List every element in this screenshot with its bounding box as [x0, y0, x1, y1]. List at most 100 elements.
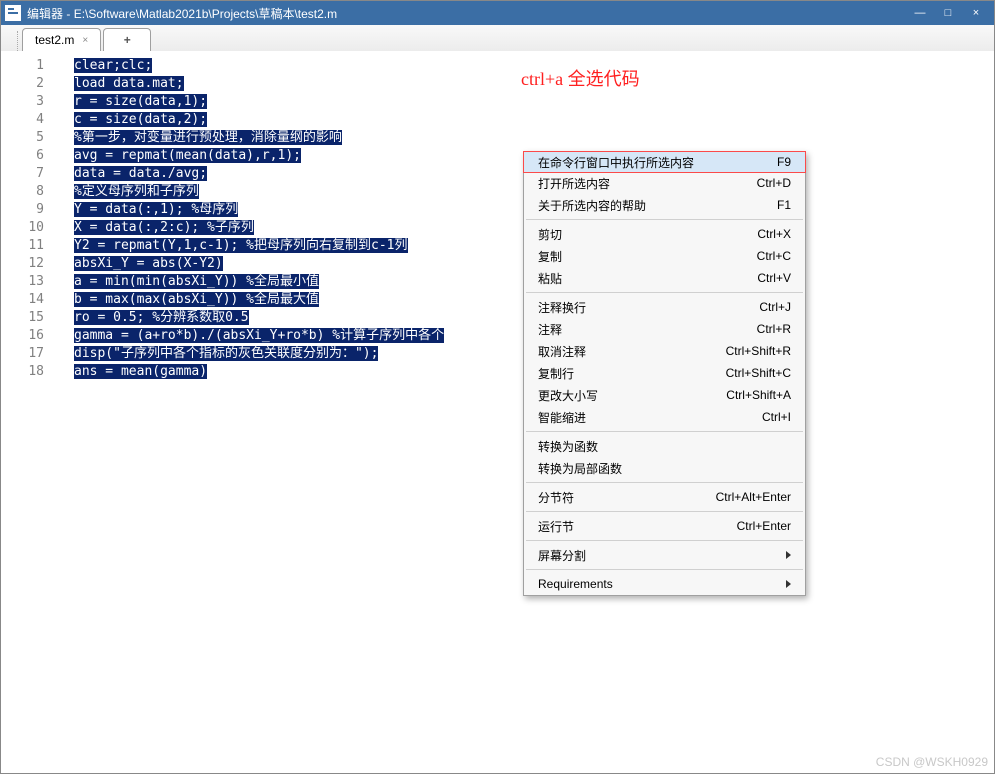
- editor-body: 123456789101112131415161718 clear;clc;lo…: [1, 51, 994, 773]
- menu-item-label: 粘贴: [538, 270, 562, 287]
- selected-text: data = data./avg;: [74, 166, 207, 181]
- menu-item-label: 复制: [538, 248, 562, 265]
- app-icon: [5, 5, 21, 21]
- line-number: 2: [1, 75, 56, 93]
- menu-item[interactable]: 复制行 Ctrl+Shift+C: [524, 362, 805, 384]
- menu-item[interactable]: Requirements: [524, 573, 805, 595]
- line-number: 17: [1, 345, 56, 363]
- watermark: CSDN @WSKH0929: [876, 755, 988, 769]
- close-tab-icon[interactable]: ×: [82, 35, 88, 46]
- menu-item-shortcut: Ctrl+Enter: [737, 519, 791, 533]
- menu-item[interactable]: 取消注释 Ctrl+Shift+R: [524, 340, 805, 362]
- selected-text: r = size(data,1);: [74, 94, 207, 109]
- menu-item-shortcut: Ctrl+Shift+A: [726, 388, 791, 402]
- menu-item-label: Requirements: [538, 577, 613, 591]
- menu-item[interactable]: 在命令行窗口中执行所选内容F9: [523, 151, 806, 173]
- maximize-button[interactable]: □: [934, 4, 962, 22]
- line-number: 14: [1, 291, 56, 309]
- selected-text: ro = 0.5; %分辨系数取0.5: [74, 310, 249, 325]
- selected-text: Y = data(:,1); %母序列: [74, 202, 238, 217]
- menu-item-label: 转换为函数: [538, 438, 598, 455]
- menu-item[interactable]: 复制Ctrl+C: [524, 245, 805, 267]
- line-number: 18: [1, 363, 56, 381]
- menu-item-label: 智能缩进: [538, 409, 586, 426]
- menu-item-label: 剪切: [538, 226, 562, 243]
- selected-text: b = max(max(absXi_Y)) %全局最大值: [74, 292, 319, 307]
- line-number: 8: [1, 183, 56, 201]
- annotation-text: ctrl+a 全选代码: [521, 65, 640, 91]
- new-tab-button[interactable]: +: [103, 28, 151, 51]
- line-number: 6: [1, 147, 56, 165]
- code-line[interactable]: %第一步，对变量进行预处理，消除量纲的影响: [74, 129, 994, 147]
- menu-item[interactable]: 分节符Ctrl+Alt+Enter: [524, 486, 805, 508]
- tab-strip: test2.m × +: [1, 25, 994, 52]
- titlebar: 编辑器 - E:\Software\Matlab2021b\Projects\草…: [1, 1, 994, 25]
- menu-item-shortcut: Ctrl+D: [757, 176, 791, 190]
- selected-text: X = data(:,2:c); %子序列: [74, 220, 254, 235]
- menu-item-shortcut: Ctrl+I: [762, 410, 791, 424]
- menu-item[interactable]: 注释换行 Ctrl+J: [524, 296, 805, 318]
- close-button[interactable]: ×: [962, 4, 990, 22]
- line-number: 9: [1, 201, 56, 219]
- file-tab-label: test2.m: [35, 33, 74, 47]
- menu-item-label: 复制行: [538, 365, 574, 382]
- menu-item-shortcut: Ctrl+V: [757, 271, 791, 285]
- menu-item-label: 取消注释: [538, 343, 586, 360]
- file-tab[interactable]: test2.m ×: [22, 28, 101, 51]
- menu-item-label: 转换为局部函数: [538, 460, 622, 477]
- selected-text: avg = repmat(mean(data),r,1);: [74, 148, 301, 163]
- line-number: 12: [1, 255, 56, 273]
- menu-item-shortcut: Ctrl+R: [757, 322, 791, 336]
- selected-text: %定义母序列和子序列: [74, 184, 199, 199]
- menu-item[interactable]: 粘贴 Ctrl+V: [524, 267, 805, 289]
- line-number: 7: [1, 165, 56, 183]
- line-number: 4: [1, 111, 56, 129]
- line-number: 5: [1, 129, 56, 147]
- menu-item[interactable]: 打开所选内容 Ctrl+D: [524, 172, 805, 194]
- menu-item-shortcut: Ctrl+Shift+R: [726, 344, 791, 358]
- line-number: 15: [1, 309, 56, 327]
- selected-text: absXi_Y = abs(X-Y2): [74, 256, 223, 271]
- menu-item-label: 关于所选内容的帮助: [538, 197, 646, 214]
- line-number: 1: [1, 57, 56, 75]
- menu-item-label: 注释: [538, 321, 562, 338]
- menu-item-label: 注释换行: [538, 299, 586, 316]
- menu-item[interactable]: 屏幕分割: [524, 544, 805, 566]
- selected-text: clear;clc;: [74, 58, 152, 73]
- menu-item-label: 在命令行窗口中执行所选内容: [538, 154, 694, 171]
- minimize-button[interactable]: —: [906, 4, 934, 22]
- menu-item[interactable]: 转换为局部函数: [524, 457, 805, 479]
- selected-text: disp("子序列中各个指标的灰色关联度分别为：");: [74, 346, 378, 361]
- tabstrip-handle[interactable]: [9, 31, 18, 51]
- menu-item[interactable]: 注释 Ctrl+R: [524, 318, 805, 340]
- selected-text: Y2 = repmat(Y,1,c-1); %把母序列向右复制到c-1列: [74, 238, 408, 253]
- selected-text: ans = mean(gamma): [74, 364, 207, 379]
- menu-item-label: 更改大小写: [538, 387, 598, 404]
- menu-item-shortcut: Ctrl+Shift+C: [726, 366, 791, 380]
- menu-item[interactable]: 更改大小写 Ctrl+Shift+A: [524, 384, 805, 406]
- menu-item[interactable]: 运行节Ctrl+Enter: [524, 515, 805, 537]
- menu-item-shortcut: F1: [777, 198, 791, 212]
- code-line[interactable]: c = size(data,2);: [74, 111, 994, 129]
- window-controls: — □ ×: [906, 4, 990, 22]
- menu-item-label: 打开所选内容: [538, 175, 610, 192]
- menu-item[interactable]: 转换为函数: [524, 435, 805, 457]
- selected-text: c = size(data,2);: [74, 112, 207, 127]
- menu-item[interactable]: 关于所选内容的帮助 F1: [524, 194, 805, 216]
- editor-window: 编辑器 - E:\Software\Matlab2021b\Projects\草…: [0, 0, 995, 774]
- menu-item-label: 分节符: [538, 489, 574, 506]
- menu-item-label: 屏幕分割: [538, 547, 586, 564]
- menu-item[interactable]: 智能缩进 Ctrl+I: [524, 406, 805, 428]
- selected-text: %第一步，对变量进行预处理，消除量纲的影响: [74, 130, 342, 145]
- menu-item[interactable]: 剪切Ctrl+X: [524, 223, 805, 245]
- line-gutter: 123456789101112131415161718: [1, 51, 56, 773]
- selected-text: gamma = (a+ro*b)./(absXi_Y+ro*b) %计算子序列中…: [74, 328, 444, 343]
- line-number: 10: [1, 219, 56, 237]
- breakpoint-margin[interactable]: [56, 51, 74, 773]
- line-number: 16: [1, 327, 56, 345]
- line-number: 3: [1, 93, 56, 111]
- code-line[interactable]: r = size(data,1);: [74, 93, 994, 111]
- context-menu: 在命令行窗口中执行所选内容F9 打开所选内容 Ctrl+D 关于所选内容的帮助 F1 剪切…: [523, 151, 806, 596]
- menu-item-shortcut: Ctrl+J: [759, 300, 791, 314]
- selected-text: a = min(min(absXi_Y)) %全局最小值: [74, 274, 319, 289]
